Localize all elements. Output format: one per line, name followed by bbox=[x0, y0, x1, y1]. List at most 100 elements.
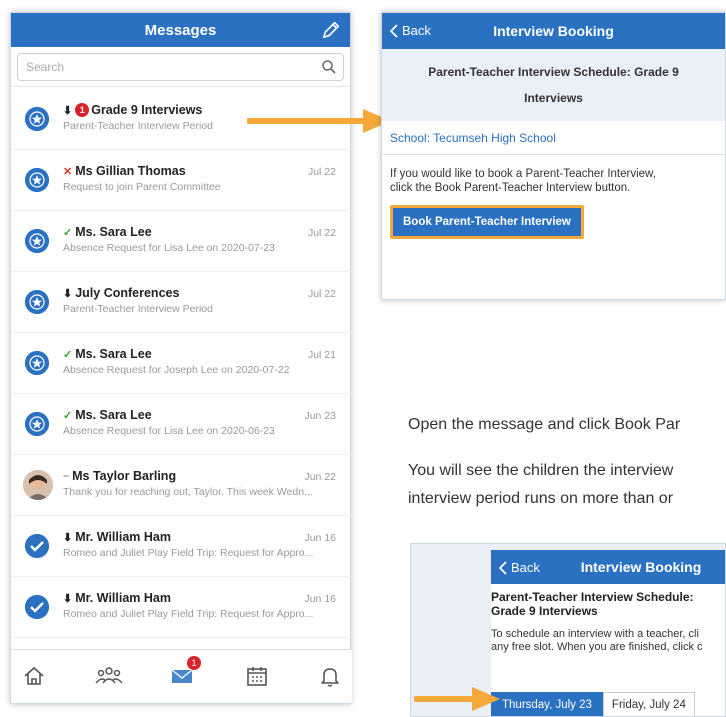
schedule-title: Interview Booking bbox=[580, 559, 702, 575]
message-row[interactable]: ✕ Ms Gillian Thomas Request to join Parent… bbox=[11, 150, 352, 211]
message-date: Jul 22 bbox=[307, 227, 336, 239]
status-mark: ⬇ bbox=[63, 592, 73, 605]
message-sender: Mr. William Ham bbox=[75, 591, 171, 605]
message-sender: Grade 9 Interviews bbox=[91, 103, 203, 117]
message-sender: July Conferences bbox=[75, 286, 180, 300]
back-label: Back bbox=[402, 23, 431, 38]
search-icon bbox=[322, 60, 336, 74]
message-preview: Absence Request for Lisa Lee on 2020-07-… bbox=[63, 242, 275, 254]
school-link[interactable]: School: Tecumseh High School bbox=[382, 121, 725, 155]
book-interview-button[interactable]: Book Parent-Teacher Interview bbox=[390, 205, 584, 239]
message-title: ✓ Ms. Sara Lee bbox=[63, 408, 152, 422]
message-sender: Ms. Sara Lee bbox=[75, 347, 152, 361]
calendar-icon[interactable] bbox=[244, 663, 270, 689]
message-title: ✓ Ms. Sara Lee bbox=[63, 225, 152, 239]
schedule-screen-content: Back Interview Booking Parent-Teacher In… bbox=[491, 550, 725, 716]
message-sender: Ms. Sara Lee bbox=[75, 408, 152, 422]
message-preview: Romeo and Juliet Play Field Trip: Reques… bbox=[63, 547, 314, 559]
star-circle-icon bbox=[25, 107, 49, 131]
message-row[interactable]: ⬇ Mr. William Ham Romeo and Juliet Play Fi… bbox=[11, 516, 352, 577]
check-circle-icon bbox=[25, 595, 49, 619]
tab-bar: 1 bbox=[11, 649, 352, 703]
message-title: ✓ Ms. Sara Lee bbox=[63, 347, 152, 361]
message-preview: Thank you for reaching out, Taylor. This… bbox=[63, 486, 313, 498]
message-title: ⬇ Mr. William Ham bbox=[63, 530, 171, 544]
instructions-line1: If you would like to book a Parent-Teach… bbox=[390, 168, 656, 180]
schedule-description: To schedule an interview with a teacher,… bbox=[491, 618, 725, 654]
message-preview: Romeo and Juliet Play Field Trip: Reques… bbox=[63, 608, 314, 620]
avatar bbox=[23, 470, 53, 500]
message-row[interactable]: ⬇ Mr. William Ham Romeo and Juliet Play Fi… bbox=[11, 577, 352, 638]
message-date: Jun 16 bbox=[304, 593, 336, 605]
day-selector: Thursday, July 23 Friday, July 24 bbox=[491, 692, 695, 716]
message-preview: Absence Request for Joseph Lee on 2020-0… bbox=[63, 364, 290, 376]
message-date: Jul 22 bbox=[307, 166, 336, 178]
unread-badge: 1 bbox=[75, 103, 90, 117]
body-text-line2: You will see the children the interview bbox=[408, 462, 674, 479]
star-circle-icon bbox=[25, 168, 49, 192]
pointer-arrow-school bbox=[247, 109, 391, 133]
chevron-left-icon bbox=[499, 560, 507, 575]
back-button[interactable]: Back bbox=[390, 23, 431, 38]
schedule-desc-line2: any free slot. When you are finished, cl… bbox=[491, 641, 703, 653]
star-circle-icon bbox=[25, 229, 49, 253]
message-title: – Ms Taylor Barling bbox=[63, 469, 176, 483]
schedule-nav: Back Interview Booking bbox=[491, 550, 725, 584]
messages-title: Messages bbox=[144, 21, 217, 39]
day-tab-thursday[interactable]: Thursday, July 23 bbox=[491, 692, 603, 716]
message-row[interactable]: – Ms Taylor Barling Thank you for reaching… bbox=[11, 455, 352, 516]
message-sender: Mr. William Ham bbox=[75, 530, 171, 544]
status-mark: ✕ bbox=[63, 165, 73, 178]
chevron-left-icon bbox=[390, 23, 398, 38]
message-date: Jul 22 bbox=[307, 288, 336, 300]
star-circle-icon bbox=[25, 290, 49, 314]
groups-icon[interactable] bbox=[94, 663, 124, 689]
message-title: ⬇ 1 Grade 9 Interviews bbox=[63, 103, 202, 117]
body-text-line1: Open the message and click Book Par bbox=[408, 416, 681, 433]
status-mark: ✓ bbox=[63, 348, 73, 361]
booking-title: Interview Booking bbox=[493, 23, 614, 39]
schedule-heading-line2: Interviews bbox=[524, 91, 583, 105]
home-icon[interactable] bbox=[21, 663, 47, 689]
star-circle-icon bbox=[25, 351, 49, 375]
booking-instructions: If you would like to book a Parent-Teach… bbox=[382, 155, 725, 195]
message-sender: Ms. Sara Lee bbox=[75, 225, 152, 239]
messages-header: Messages bbox=[11, 13, 350, 47]
status-mark: – bbox=[63, 470, 70, 482]
body-text-line3: interview period runs on more than or bbox=[408, 490, 674, 507]
notifications-icon[interactable] bbox=[317, 663, 343, 689]
message-sender: Ms Taylor Barling bbox=[72, 469, 177, 483]
status-mark: ⬇ bbox=[63, 531, 73, 544]
message-preview: Parent-Teacher Interview Period bbox=[63, 303, 213, 315]
schedule-heading-line2: Grade 9 Interviews bbox=[491, 604, 598, 618]
instructions-line2: click the Book Parent-Teacher Interview … bbox=[390, 182, 631, 194]
schedule-back-button[interactable]: Back bbox=[499, 560, 540, 575]
status-mark: ⬇ bbox=[63, 104, 73, 117]
schedule-heading-line1: Parent-Teacher Interview Schedule: bbox=[491, 590, 694, 604]
schedule-desc-line1: To schedule an interview with a teacher,… bbox=[491, 628, 699, 640]
status-mark: ✓ bbox=[63, 226, 73, 239]
message-row[interactable]: ⬇ July Conferences Parent-Teacher Intervie… bbox=[11, 272, 352, 333]
schedule-heading: Parent-Teacher Interview Schedule: Grade… bbox=[491, 584, 725, 618]
compose-icon[interactable] bbox=[320, 19, 342, 41]
message-title: ⬇ July Conferences bbox=[63, 286, 179, 300]
schedule-back-label: Back bbox=[511, 560, 540, 575]
message-row[interactable]: ✓ Ms. Sara Lee Absence Request for Joseph … bbox=[11, 333, 352, 394]
star-circle-icon bbox=[25, 412, 49, 436]
messages-tab-badge: 1 bbox=[187, 656, 201, 670]
message-sender: Ms Gillian Thomas bbox=[75, 164, 186, 178]
page: Messages Search ⬇ 1 Grade 9 Interviews Pare… bbox=[0, 0, 726, 717]
search-bar: Search bbox=[11, 47, 350, 87]
search-input[interactable]: Search bbox=[17, 53, 344, 81]
message-row[interactable]: ✓ Ms. Sara Lee Absence Request for Lisa Le… bbox=[11, 211, 352, 272]
status-mark: ⬇ bbox=[63, 287, 73, 300]
day-tab-friday[interactable]: Friday, July 24 bbox=[602, 692, 695, 716]
message-date: Jun 22 bbox=[304, 471, 336, 483]
booking-screen: Back Interview Booking Parent-Teacher In… bbox=[381, 12, 726, 300]
schedule-heading: Parent-Teacher Interview Schedule: Grade… bbox=[382, 49, 725, 121]
message-date: Jun 16 bbox=[304, 532, 336, 544]
message-preview: Absence Request for Lisa Lee on 2020-06-… bbox=[63, 425, 275, 437]
message-row[interactable]: ✓ Ms. Sara Lee Absence Request for Lisa Le… bbox=[11, 394, 352, 455]
message-date: Jul 21 bbox=[307, 349, 336, 361]
message-title: ⬇ Mr. William Ham bbox=[63, 591, 171, 605]
